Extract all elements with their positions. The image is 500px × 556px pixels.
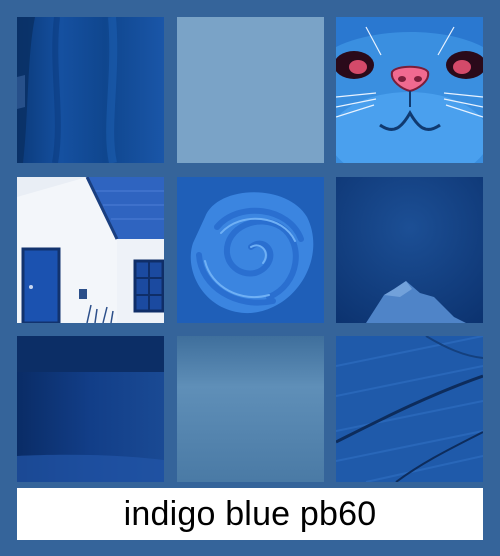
fabric-tile [17,17,164,163]
white-cottage-illustration [17,177,164,323]
cottage-tile [17,177,164,323]
wood-tile [336,336,483,482]
folded-fabric-image [17,17,164,163]
color-name-caption: indigo blue pb60 [123,494,377,533]
gradient-swatch [177,336,324,482]
flat-color-swatch [177,17,324,163]
paint-swirl-image [177,177,324,323]
swirl-tile [177,177,324,323]
blue-cat-illustration [336,17,483,163]
blue-wood-texture [336,336,483,482]
mountain-tile [336,177,483,323]
cat-face-tile [336,17,483,163]
caption-bar: indigo blue pb60 [17,488,483,540]
dark-mountain-image [336,177,483,323]
flat-swatch-tile [177,17,324,163]
gradient-tile [177,336,324,482]
mug-tile [17,336,164,482]
dark-blue-mug-image [17,336,164,482]
